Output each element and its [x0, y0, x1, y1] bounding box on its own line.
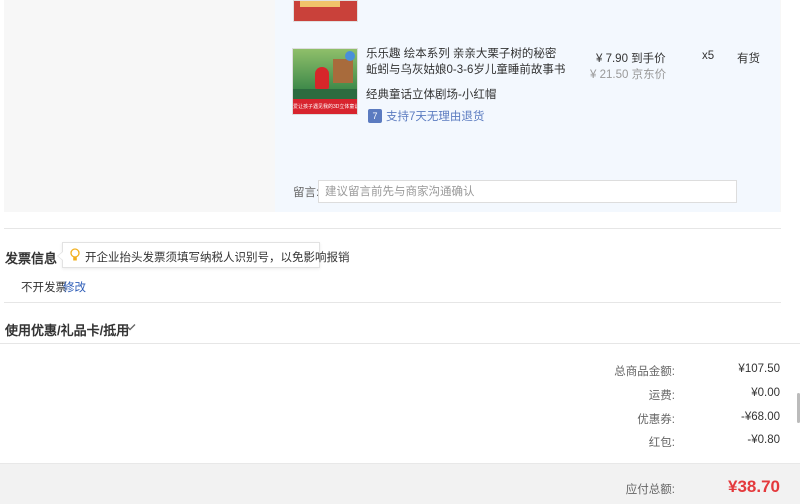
return-policy-text: 支持7天无理由退货: [386, 111, 485, 123]
thumbnail-caption: 爱让孩子遇见我的3D立体童话: [293, 99, 357, 114]
invoice-status: 不开发票: [21, 282, 67, 294]
thumbnail-tag: [345, 51, 355, 61]
summary-row-subtotal: 总商品金额: ¥107.50: [480, 363, 780, 379]
summary-row-shipping: 运费: ¥0.00: [480, 387, 780, 403]
thumbnail-band: [300, 1, 340, 7]
invoice-section-title: 发票信息: [5, 251, 58, 266]
section-divider: [0, 343, 800, 344]
return-policy-icon: 7: [368, 109, 382, 123]
section-divider: [4, 302, 781, 303]
summary-label: 运费:: [648, 390, 675, 402]
summary-value: ¥107.50: [738, 363, 780, 375]
message-label: 留言:: [293, 187, 320, 199]
previous-product-thumbnail[interactable]: [293, 0, 358, 22]
chevron-down-icon[interactable]: [123, 320, 137, 334]
product-quantity: x5: [702, 50, 715, 62]
summary-label: 总商品金额:: [614, 366, 675, 378]
message-input[interactable]: [318, 180, 737, 203]
summary-row-coupon: 优惠券: -¥68.00: [480, 411, 780, 427]
total-amount: ¥38.70: [728, 477, 780, 496]
product-title[interactable]: 乐乐趣 绘本系列 亲亲大栗子树的秘密蚯蚓与乌灰姑娘0-3-6岁儿童睡前故事书 家…: [366, 46, 566, 78]
modify-invoice-link[interactable]: 修改: [63, 279, 86, 295]
invoice-tip-text: 开企业抬头发票须填写纳税人识别号，以免影响报销: [85, 252, 350, 264]
product-price: ¥ 7.90 到手价: [596, 53, 666, 65]
invoice-tip: 开企业抬头发票须填写纳税人识别号，以免影响报销: [57, 242, 350, 268]
coupon-section-toggle[interactable]: 使用优惠/礼品卡/抵用: [5, 320, 129, 339]
summary-value: ¥0.00: [751, 387, 780, 399]
section-divider: [4, 228, 781, 229]
total-label: 应付总额:: [625, 484, 675, 496]
stock-status: 有货: [737, 53, 760, 65]
summary-label: 优惠券:: [637, 414, 675, 426]
thumbnail-figure: [315, 67, 329, 89]
product-thumbnail[interactable]: 爱让孩子遇见我的3D立体童话: [292, 48, 358, 115]
total-bar: 应付总额: ¥38.70: [0, 463, 800, 504]
summary-row-redpacket: 红包: -¥0.80: [480, 434, 780, 450]
product-variant: 经典童话立体剧场-小红帽: [366, 89, 497, 101]
lightbulb-icon: [70, 248, 80, 261]
summary-value: -¥0.80: [747, 434, 780, 446]
summary-label: 红包:: [648, 437, 675, 449]
thumbnail-house: [333, 59, 353, 83]
summary-value: -¥68.00: [740, 411, 780, 423]
jd-price: ¥ 21.50 京东价: [590, 69, 667, 81]
